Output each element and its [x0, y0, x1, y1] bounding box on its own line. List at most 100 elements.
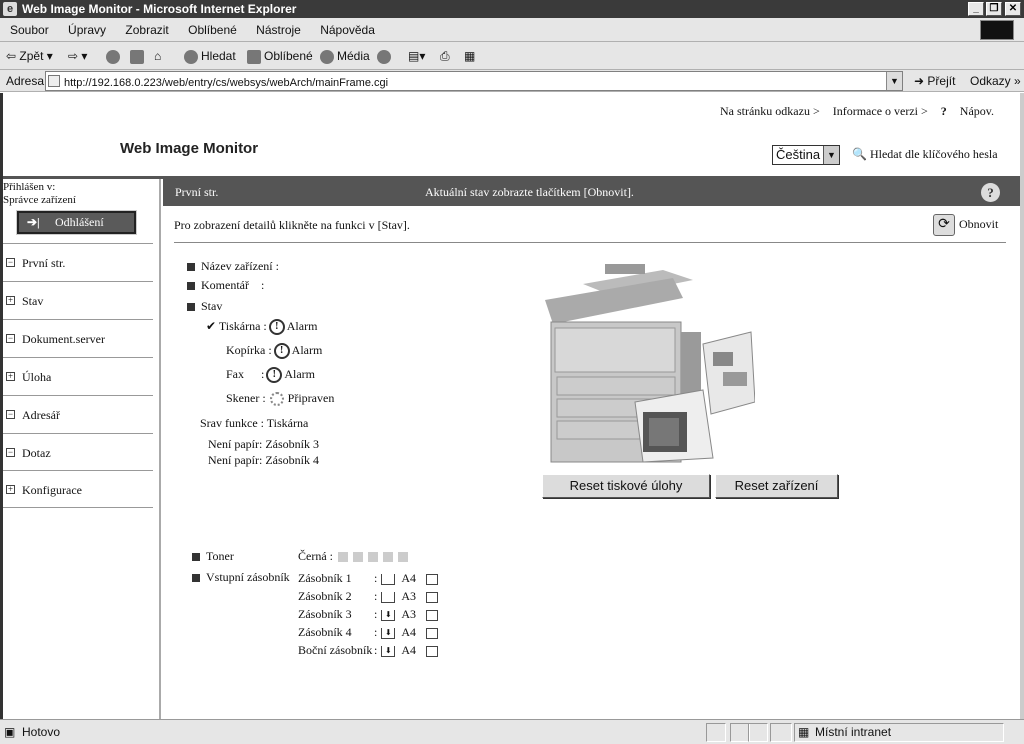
favorites-button[interactable]: Oblíbené [247, 46, 313, 66]
link-page-link[interactable]: Na stránku odkazu > [720, 104, 820, 118]
tray-empty-icon: ⬇ [381, 627, 396, 639]
tray-icon [381, 573, 396, 585]
sidebar-item-job[interactable]: + Úloha [3, 357, 153, 395]
maximize-button[interactable]: ❐ [986, 2, 1002, 16]
windows-logo-icon [980, 20, 1014, 40]
help-link[interactable]: ? Nápov. [941, 104, 994, 118]
function-scanner[interactable]: Skener : Připraven [226, 391, 334, 407]
logout-button[interactable]: ➔| Odhlášení [16, 210, 137, 235]
scrollbar[interactable] [1020, 93, 1024, 719]
function-fax[interactable]: Fax:! Alarm [226, 367, 315, 384]
tray-row: Zásobník 4: ⬇ A4 [298, 625, 439, 639]
close-button[interactable]: ✕ [1005, 2, 1021, 16]
tray-empty-icon: ⬇ [381, 609, 396, 621]
links-button[interactable]: Odkazy » [970, 70, 1021, 92]
bullet-icon [187, 282, 195, 291]
title-bar: e Web Image Monitor - Microsoft Internet… [0, 0, 1024, 18]
window-title: Web Image Monitor - Microsoft Internet E… [22, 2, 297, 16]
paper-feed-icon [426, 627, 439, 639]
paper-feed-icon [426, 609, 439, 621]
info-bar: První str. Aktuální stav zobrazte tlačít… [163, 179, 1020, 206]
back-button[interactable]: ⇦ Zpět ▾ [6, 46, 53, 66]
content-divider [174, 242, 1006, 243]
go-button[interactable]: ➜ Přejít [914, 70, 955, 92]
expand-icon: + [6, 371, 15, 381]
menu-help[interactable]: Nápověda [320, 23, 375, 37]
refresh-button[interactable]: ⟳ Obnovit [933, 213, 998, 237]
login-info: Přihlášen v: Správce zařízení [3, 181, 76, 206]
sidebar-item-status[interactable]: + Stav [3, 281, 153, 319]
tray-row: Zásobník 2: A3 [298, 589, 439, 603]
paper-feed-icon [426, 573, 439, 585]
page-done-icon: ▣ [4, 725, 16, 739]
search-icon [184, 49, 198, 64]
refresh-icon[interactable] [130, 46, 147, 66]
status-row: Stav [187, 299, 222, 313]
detail-hint: Pro zobrazení detailů klikněte na funkci… [174, 218, 410, 232]
reset-job-button[interactable]: Reset tiskové úlohy [542, 474, 710, 498]
address-bar: Adresa http://192.168.0.223/web/entry/cs… [0, 70, 1024, 92]
header-links: Na stránku odkazu > Informace o verzi > … [710, 104, 994, 119]
device-name-row: Název zařízení : [187, 259, 279, 273]
stop-icon[interactable] [106, 46, 123, 66]
media-button[interactable]: Média [320, 46, 370, 66]
help-icon[interactable]: ? [981, 183, 1000, 202]
bullet-icon [192, 553, 200, 562]
tray-row: Zásobník 1: A4 [298, 571, 439, 585]
tray-empty-icon: ⬇ [381, 645, 396, 657]
ready-icon [269, 392, 284, 407]
toner-level: Černá : [298, 549, 408, 563]
alarm-icon: ! [268, 319, 285, 336]
alarm-icon: ! [273, 343, 290, 360]
version-info-link[interactable]: Informace o verzi > [833, 104, 928, 118]
tray-row: Zásobník 3: ⬇ A3 [298, 607, 439, 621]
sidebar-item-home[interactable]: − První str. [3, 243, 153, 281]
collapse-icon: − [6, 333, 15, 343]
minimize-button[interactable]: _ [968, 2, 984, 16]
reset-device-button[interactable]: Reset zařízení [715, 474, 838, 498]
keyword-search-link[interactable]: 🔍 Hledat dle klíčového hesla [852, 147, 998, 162]
forward-button[interactable]: ⇨ ▾ [68, 46, 87, 66]
toolbar: ⇦ Zpět ▾ ⇨ ▾ ⌂ Hledat Oblíbené Média ▤▾ … [0, 42, 1024, 70]
zone-pane: ▦ Místní intranet [794, 723, 1004, 742]
address-label: Adresa [6, 74, 45, 88]
sidebar-item-address-book[interactable]: − Adresář [3, 395, 153, 433]
address-dropdown[interactable]: ▼ [886, 72, 902, 90]
intranet-icon: ▦ [798, 725, 810, 739]
page-icon [48, 75, 60, 87]
chevron-down-icon: ▼ [823, 146, 839, 164]
history-icon[interactable] [377, 46, 394, 66]
menu-view[interactable]: Zobrazit [125, 23, 168, 37]
language-select[interactable]: Čeština ▼ [772, 145, 840, 165]
search-button[interactable]: Hledat [184, 46, 236, 66]
function-copier[interactable]: Kopírka :! Alarm [226, 343, 322, 360]
message-1: Není papír: Zásobník 3 [208, 437, 319, 451]
checkmark-icon: ✔ [206, 319, 217, 333]
bullet-icon [187, 303, 195, 312]
function-state: Srav funkce : Tiskárna [200, 416, 309, 430]
edit-icon[interactable]: ▦ [464, 46, 475, 66]
status-bar: ▣ Hotovo ▦ Místní intranet [0, 719, 1024, 744]
status-text: Hotovo [22, 725, 61, 739]
logout-icon: ➔| [27, 215, 40, 229]
sidebar-item-document-server[interactable]: − Dokument.server [3, 319, 153, 357]
address-input[interactable]: http://192.168.0.223/web/entry/cs/websys… [45, 71, 903, 91]
menu-favorites[interactable]: Oblíbené [188, 23, 237, 37]
paper-feed-icon [426, 645, 439, 657]
menu-tools[interactable]: Nástroje [256, 23, 301, 37]
print-icon[interactable]: ⎙ [440, 46, 450, 66]
input-tray-label: Vstupní zásobník [192, 570, 290, 584]
refresh-icon: ⟳ [933, 214, 955, 237]
sidebar-item-configuration[interactable]: + Konfigurace [3, 470, 153, 508]
message-2: Není papír: Zásobník 4 [208, 453, 319, 467]
menu-file[interactable]: Soubor [10, 23, 49, 37]
function-printer[interactable]: ✔ Tiskárna :! Alarm [206, 319, 317, 336]
magnifier-icon: 🔍 [852, 147, 867, 161]
mail-button[interactable]: ▤▾ [408, 46, 425, 66]
paper-feed-icon [426, 591, 439, 603]
menu-edit[interactable]: Úpravy [68, 23, 106, 37]
expand-icon: + [6, 295, 15, 305]
home-icon[interactable]: ⌂ [154, 46, 161, 66]
sidebar-item-inquiry[interactable]: − Dotaz [3, 433, 153, 471]
comment-row: Komentář: [187, 278, 264, 292]
